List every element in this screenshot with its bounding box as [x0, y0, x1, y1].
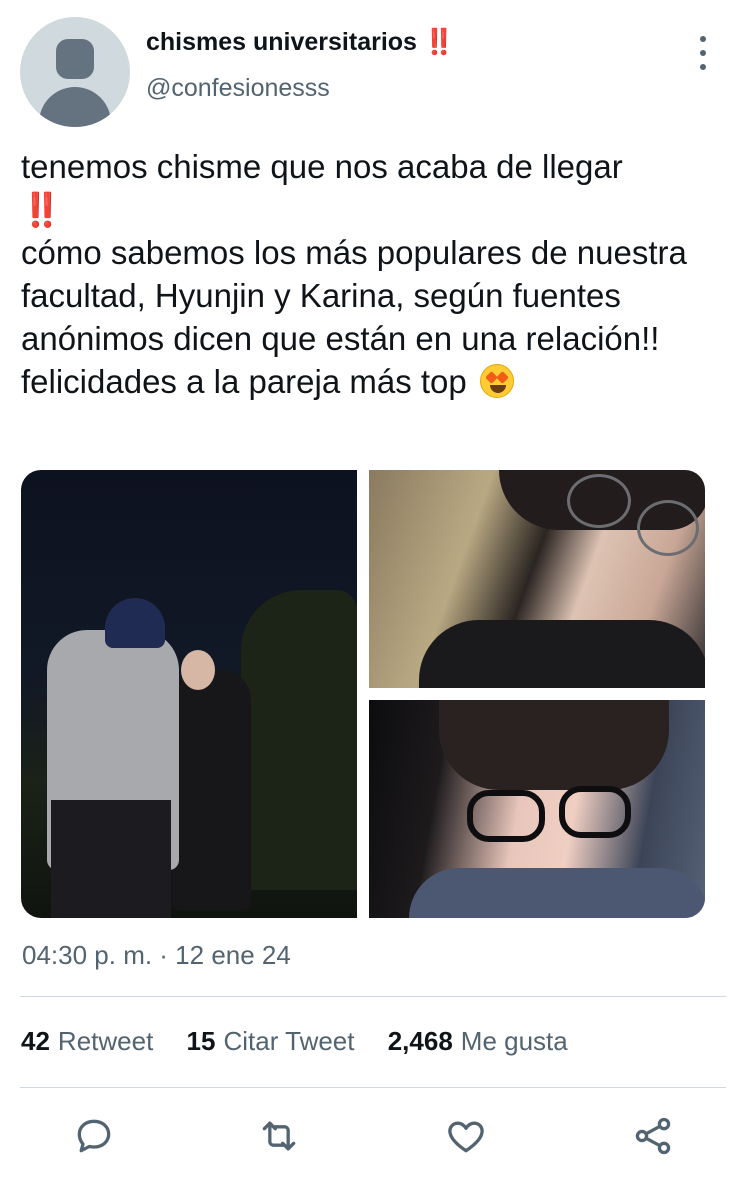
- author-handle[interactable]: @confesionesss: [146, 74, 330, 103]
- avatar-head: [56, 39, 94, 79]
- more-options-icon[interactable]: [694, 36, 712, 70]
- tweet-line: felicidades a la pareja más top: [21, 360, 721, 403]
- retweet-icon[interactable]: [257, 1114, 301, 1158]
- stat-count: 2,468: [387, 1026, 453, 1056]
- share-icon[interactable]: [631, 1114, 675, 1158]
- divider: [20, 996, 726, 997]
- stat-label: Retweet: [57, 1026, 154, 1056]
- engagement-stats: 42 Retweet 15 Citar Tweet 2,468 Me gusta: [21, 1026, 594, 1057]
- karina-selfie-photo[interactable]: [369, 700, 705, 918]
- tweet-text: tenemos chisme que nos acaba de llegar ‼…: [21, 145, 721, 403]
- retweet-count[interactable]: 42 Retweet: [21, 1026, 153, 1057]
- tweet: chismes universitarios ‼️ @confesionesss…: [0, 0, 746, 1200]
- couple-night-photo[interactable]: [21, 470, 357, 918]
- double-exclamation-emoji: ‼️: [423, 28, 455, 56]
- star-struck-emoji: [479, 364, 514, 398]
- tweet-line: cómo sabemos los más populares de nuestr…: [21, 234, 687, 357]
- author-name[interactable]: chismes universitarios ‼️: [146, 28, 455, 57]
- tweet-timestamp[interactable]: 04:30 p. m. · 12 ene 24: [22, 940, 291, 971]
- stat-label: Citar Tweet: [223, 1026, 355, 1056]
- double-exclamation-emoji: ‼️: [21, 191, 62, 228]
- tweet-line-text: felicidades a la pareja más top: [21, 363, 467, 400]
- like-icon[interactable]: [444, 1114, 488, 1158]
- quote-tweet-count[interactable]: 15 Citar Tweet: [187, 1026, 355, 1057]
- reply-icon[interactable]: [72, 1114, 116, 1158]
- divider: [20, 1087, 726, 1088]
- tweet-line: tenemos chisme que nos acaba de llegar: [21, 148, 623, 185]
- stat-count: 15: [186, 1026, 216, 1056]
- media-grid: [21, 470, 705, 918]
- like-count[interactable]: 2,468 Me gusta: [388, 1026, 568, 1057]
- stat-label: Me gusta: [460, 1026, 568, 1056]
- avatar-shoulders: [39, 87, 111, 127]
- author-name-text: chismes universitarios: [146, 28, 417, 56]
- avatar[interactable]: [20, 17, 130, 127]
- hyunjin-selfie-photo[interactable]: [369, 470, 705, 688]
- stat-count: 42: [21, 1026, 50, 1056]
